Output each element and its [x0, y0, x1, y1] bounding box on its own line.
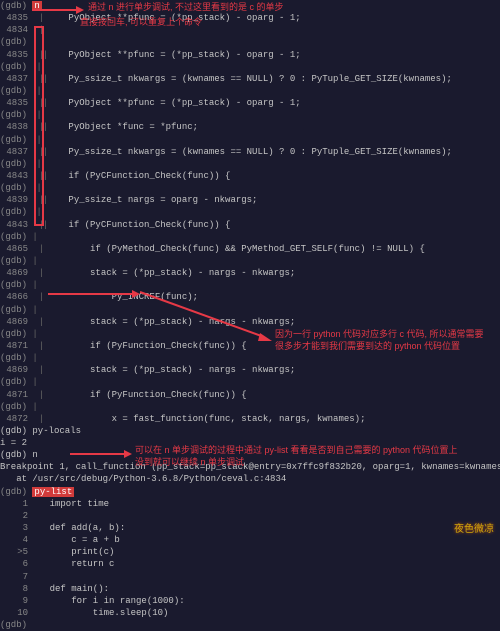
gdb-line[interactable]: (gdb) ||: [0, 206, 500, 218]
annotation-mid-2: 很多步才能到我们需要到达的 python 代码位置: [275, 340, 495, 352]
code-line: 4843 || if (PyCFunction_Check(func)) {: [0, 219, 500, 231]
output-line: (gdb) py-locals: [0, 425, 500, 437]
gdb-line[interactable]: (gdb) ||: [0, 109, 500, 121]
code-line: 4866 | Py_INCREF(func);: [0, 291, 500, 303]
code-line: 4835 | PyObject **pfunc = (*pp_stack) - …: [0, 12, 500, 24]
gdb-line[interactable]: (gdb) |: [0, 352, 500, 364]
py-list-line: 2: [0, 510, 500, 522]
code-line: 4837 || Py_ssize_t nkwargs = (kwnames ==…: [0, 73, 500, 85]
gdb-line[interactable]: (gdb) |: [0, 304, 500, 316]
gdb-line[interactable]: (gdb) py-list: [0, 486, 500, 498]
py-list-line: 3 def add(a, b):: [0, 522, 500, 534]
gdb-prompt[interactable]: (gdb): [0, 619, 500, 631]
code-line: 4869 | stack = (*pp_stack) - nargs - nkw…: [0, 364, 500, 376]
output-line: at /usr/src/debug/Python-3.6.8/Python/ce…: [0, 473, 500, 485]
py-list-line: 7: [0, 571, 500, 583]
gdb-line[interactable]: (gdb) |: [0, 376, 500, 388]
gdb-line[interactable]: (gdb) |: [0, 255, 500, 267]
annotation-pylist-1: 可以在 n 单步调试的过程中通过 py-list 看看是否到自己需要的 pyth…: [135, 444, 495, 456]
code-line: 4843 || if (PyCFunction_Check(func)) {: [0, 170, 500, 182]
gdb-line[interactable]: (gdb) ||: [0, 158, 500, 170]
watermark: 夜色微凉: [454, 523, 494, 537]
code-line: 4838 || PyObject *func = *pfunc;: [0, 121, 500, 133]
terminal-output: (gdb) n4835 | PyObject **pfunc = (*pp_st…: [0, 0, 500, 631]
code-line: 4871 | if (PyFunction_Check(func)) {: [0, 389, 500, 401]
code-line: 4839 || Py_ssize_t nargs = oparg - nkwar…: [0, 194, 500, 206]
annotation-mid-1: 因为一行 python 代码对应多行 c 代码, 所以通常需要: [275, 328, 495, 340]
code-line: 4872 | x = fast_function(func, stack, na…: [0, 413, 500, 425]
py-list-line: 6 return c: [0, 558, 500, 570]
gdb-line[interactable]: (gdb) |: [0, 36, 500, 48]
py-list-line: 10 time.sleep(10): [0, 607, 500, 619]
gdb-line[interactable]: (gdb) |: [0, 279, 500, 291]
annotation-pylist-2: 没到就可以继续 n 单步调试: [135, 456, 495, 468]
code-line: 4835 || PyObject **pfunc = (*pp_stack) -…: [0, 97, 500, 109]
code-line: 4869 | stack = (*pp_stack) - nargs - nkw…: [0, 267, 500, 279]
gdb-line[interactable]: (gdb) |: [0, 231, 500, 243]
gdb-line[interactable]: (gdb) ||: [0, 61, 500, 73]
code-line: 4865 | if (PyMethod_Check(func) && PyMet…: [0, 243, 500, 255]
annotation-top: 通过 n 进行单步调试, 不过这里看到的是 c 的单步: [88, 1, 284, 13]
gdb-line[interactable]: (gdb) ||: [0, 85, 500, 97]
annotation-enter: 直接按回车, 可以重复上个命令: [80, 16, 202, 28]
code-line: 4837 || Py_ssize_t nkwargs = (kwnames ==…: [0, 146, 500, 158]
gdb-line[interactable]: (gdb) ||: [0, 182, 500, 194]
gdb-line[interactable]: (gdb) |: [0, 401, 500, 413]
code-line: 4835 || PyObject **pfunc = (*pp_stack) -…: [0, 49, 500, 61]
py-list-line: 8 def main():: [0, 583, 500, 595]
py-list-line: 9 for i in range(1000):: [0, 595, 500, 607]
gdb-line[interactable]: (gdb) ||: [0, 134, 500, 146]
code-line: 4869 | stack = (*pp_stack) - nargs - nkw…: [0, 316, 500, 328]
code-line: 4834 |: [0, 24, 500, 36]
py-list-line: 4 c = a + b: [0, 534, 500, 546]
py-list-line: >5 print(c): [0, 546, 500, 558]
py-list-line: 1 import time: [0, 498, 500, 510]
